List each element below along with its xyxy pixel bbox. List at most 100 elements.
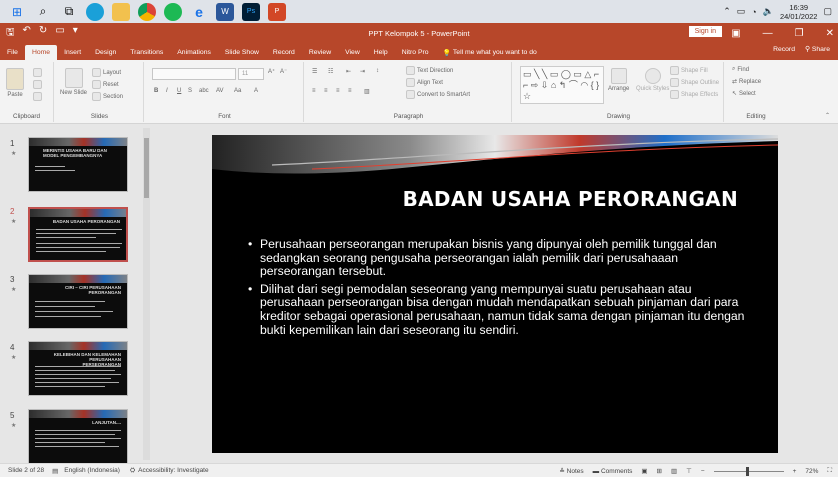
copy-icon[interactable] [33,80,42,89]
spotify-icon[interactable] [164,2,182,21]
tab-record[interactable]: Record [266,45,302,60]
layout-button[interactable]: Layout [92,68,121,77]
close-button[interactable]: ✕ [826,28,834,39]
record-button[interactable]: Record [773,46,795,53]
tell-me-box[interactable]: 💡 Tell me what you want to do [436,45,544,60]
align-right-icon[interactable]: ≡ [336,88,340,94]
battery-icon[interactable]: ▭ [737,6,746,17]
decrease-font-icon[interactable]: A⁻ [280,68,287,75]
normal-view-icon[interactable]: ▣ [641,467,647,475]
reset-button[interactable]: Reset [92,80,119,89]
font-name-box[interactable] [152,68,236,80]
comments-button[interactable]: ▬ Comments [593,468,633,475]
tab-transitions[interactable]: Transitions [123,45,170,60]
notification-icon[interactable]: ▢ [823,6,832,17]
wifi-icon[interactable]: ◔ [751,7,756,17]
cut-icon[interactable] [33,68,42,77]
tab-view[interactable]: View [338,45,367,60]
tab-home[interactable]: Home [24,45,58,60]
slide-title[interactable]: BADAN USAHA PERORANGAN [403,187,738,211]
photoshop-icon[interactable]: Ps [242,2,260,21]
scrollbar-thumb[interactable] [144,138,149,198]
zoom-level[interactable]: 72% [805,468,818,475]
bullets-icon[interactable]: ☰ [312,68,317,75]
reading-view-icon[interactable]: ▥ [671,467,677,475]
paste-button[interactable]: Paste [6,68,24,98]
increase-indent-icon[interactable]: ⇥ [360,68,365,75]
character-spacing-icon[interactable]: AV [216,88,224,94]
font-size-box[interactable]: 11 [238,68,264,80]
slide-canvas[interactable]: BADAN USAHA PERORANGAN Perusahaan perseo… [212,135,778,453]
collapse-ribbon-icon[interactable]: ⌃ [825,112,830,119]
columns-icon[interactable]: ▥ [364,88,370,95]
search-icon[interactable]: ⌕ [34,3,52,21]
slide-thumbnail-4[interactable]: KELEBIHAN DAN KELEMAHAN PERUSAHAAN PERSE… [28,341,128,396]
arrange-button[interactable]: Arrange [608,68,629,92]
decrease-indent-icon[interactable]: ⇤ [346,68,351,75]
replace-button[interactable]: ⇄ Replace [732,78,761,86]
slide-thumbnail-3[interactable]: CIRI – CIRI PERUSAHAAN PERORANGAN [28,274,128,329]
edge-legacy-icon[interactable]: e [190,3,208,21]
format-painter-icon[interactable] [33,92,42,101]
ribbon-display-options-icon[interactable]: ▣ [731,28,740,39]
quick-styles-button[interactable]: Quick Styles [636,68,669,92]
windows-start-icon[interactable]: ⊞ [8,3,26,21]
spellcheck-icon[interactable]: ▤ [52,467,58,475]
change-case-icon[interactable]: Aa [234,88,241,94]
new-slide-button[interactable]: New Slide [60,68,87,96]
strikethrough-icon[interactable]: abc [199,88,209,94]
maximize-button[interactable]: ❐ [795,28,804,39]
slide-thumbnail-2[interactable]: BADAN USAHA PERORANGAN [28,207,128,262]
powerpoint-icon[interactable]: P [268,2,286,21]
shape-fill-button[interactable]: Shape Fill [670,66,708,75]
tab-file[interactable]: File [0,45,25,60]
thumbnail-scrollbar[interactable] [143,128,150,460]
convert-smartart-button[interactable]: Convert to SmartArt [406,90,470,99]
zoom-slider-thumb[interactable] [745,466,749,476]
underline-icon[interactable]: U [177,88,181,94]
language-indicator[interactable]: English (Indonesia) [64,467,120,474]
notes-button[interactable]: ≙ Notes [559,467,583,475]
tab-design[interactable]: Design [88,45,123,60]
tab-nitro-pro[interactable]: Nitro Pro [395,45,436,60]
chevron-up-icon[interactable]: ⌃ [723,6,731,17]
center-icon[interactable]: ≡ [324,88,328,94]
slide-body[interactable]: Perusahaan perseorangan merupakan bisnis… [248,237,748,341]
tab-slide-show[interactable]: Slide Show [218,45,266,60]
align-left-icon[interactable]: ≡ [312,88,316,94]
align-text-button[interactable]: Align Text [406,78,443,87]
text-direction-button[interactable]: Text Direction [406,66,453,75]
italic-icon[interactable]: I [166,88,168,94]
bold-icon[interactable]: B [154,88,158,94]
fit-slide-icon[interactable]: ⛶ [827,467,832,475]
line-spacing-icon[interactable]: ↕ [376,68,379,74]
tab-animations[interactable]: Animations [170,45,218,60]
shadow-icon[interactable]: S [188,88,192,94]
find-button[interactable]: ⌕ Find [732,66,749,73]
tab-help[interactable]: Help [367,45,395,60]
zoom-out-icon[interactable]: − [701,468,705,475]
word-icon[interactable]: W [216,2,234,21]
edge-icon[interactable] [86,2,104,21]
font-color-icon[interactable]: A [254,88,258,94]
accessibility-status[interactable]: Accessibility: Investigate [138,467,208,474]
tab-insert[interactable]: Insert [57,45,88,60]
zoom-slider[interactable] [713,466,784,476]
chrome-icon[interactable] [138,2,156,21]
shape-effects-button[interactable]: Shape Effects [670,90,718,99]
volume-icon[interactable]: 🔈 [763,6,774,17]
numbering-icon[interactable]: ☷ [328,68,333,75]
sign-in-button[interactable]: Sign in [688,26,722,37]
share-button[interactable]: ⚲ Share [805,45,830,53]
tab-review[interactable]: Review [302,45,338,60]
slide-sorter-icon[interactable]: ⊞ [657,467,662,475]
clock[interactable]: 16:39 24/01/2022 [780,3,818,21]
slide-thumbnail-5[interactable]: LANJUTAN.... [28,409,128,464]
justify-icon[interactable]: ≡ [348,88,352,94]
slide-thumbnail-1[interactable]: MERINTIS USAHA BARU DAN MODEL PENGEMBANG… [28,137,128,192]
select-button[interactable]: ↖ Select [732,90,756,98]
file-explorer-icon[interactable] [112,2,130,21]
shape-outline-button[interactable]: Shape Outline [670,78,719,87]
shapes-gallery[interactable]: ▭ ╲ ╲ ▭ ◯ ▭ △ ⌐ ⌐ ⇨ ⇩ ⌂ ↰ ⌒ ◠ { } ☆ [520,66,604,104]
zoom-in-icon[interactable]: + [793,468,797,475]
